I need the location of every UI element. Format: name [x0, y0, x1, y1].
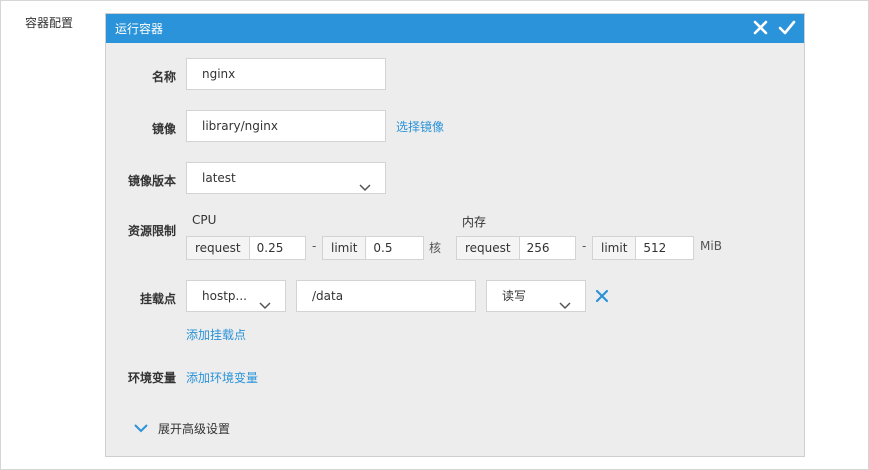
- close-icon[interactable]: [750, 17, 772, 39]
- panel-title: 运行容器: [115, 22, 164, 36]
- mounts-label: 挂载点: [139, 292, 176, 306]
- cpu-dash: -: [312, 239, 317, 253]
- panel-header: 运行容器: [106, 14, 804, 43]
- image-version-select[interactable]: latest: [186, 162, 386, 194]
- chevron-down-icon: [134, 422, 148, 436]
- cpu-limit-field[interactable]: limit 0.5: [322, 236, 424, 260]
- cpu-limit-key: limit: [323, 237, 367, 259]
- chevron-down-icon: [359, 173, 371, 193]
- mount-mode-select[interactable]: 读写: [486, 280, 586, 312]
- memory-limit-value[interactable]: 512: [636, 237, 693, 259]
- cpu-limit-value[interactable]: 0.5: [366, 237, 423, 259]
- select-image-link[interactable]: 选择镜像: [396, 118, 444, 135]
- remove-mount-icon[interactable]: [595, 289, 609, 306]
- mount-mode-value: 读写: [502, 289, 527, 303]
- memory-caption: 内存: [462, 215, 487, 229]
- run-container-panel: 运行容器 名称 nginx 镜像 library/nginx 选择镜像 镜像版本…: [105, 13, 805, 457]
- memory-request-key: request: [457, 237, 520, 259]
- add-mount-link[interactable]: 添加挂载点: [186, 326, 246, 343]
- cpu-unit: 核: [429, 241, 442, 255]
- memory-dash: -: [582, 239, 587, 253]
- chevron-down-icon: [559, 291, 571, 311]
- cpu-request-value[interactable]: 0.25: [249, 237, 305, 259]
- name-label: 名称: [151, 70, 176, 84]
- mount-type-value: hostp...: [202, 289, 247, 303]
- memory-request-value[interactable]: 256: [519, 237, 575, 259]
- memory-limit-field[interactable]: limit 512: [592, 236, 694, 260]
- section-label: 容器配置: [25, 16, 74, 30]
- memory-unit: MiB: [700, 239, 722, 253]
- image-input[interactable]: library/nginx: [186, 110, 386, 142]
- expand-advanced-toggle[interactable]: 展开高级设置: [134, 420, 230, 437]
- env-vars-label: 环境变量: [127, 371, 176, 385]
- cpu-caption: CPU: [192, 213, 217, 227]
- expand-advanced-label: 展开高级设置: [158, 422, 231, 436]
- cpu-request-field[interactable]: request 0.25: [186, 236, 306, 260]
- memory-limit-key: limit: [593, 237, 637, 259]
- chevron-down-icon: [259, 291, 271, 311]
- image-version-label: 镜像版本: [127, 174, 176, 188]
- image-version-value: latest: [202, 171, 236, 185]
- memory-request-field[interactable]: request 256: [456, 236, 576, 260]
- image-label: 镜像: [151, 122, 176, 136]
- resource-limit-label: 资源限制: [127, 224, 176, 238]
- check-icon[interactable]: [776, 17, 798, 39]
- name-input[interactable]: nginx: [186, 58, 386, 90]
- cpu-request-key: request: [187, 237, 250, 259]
- mount-type-select[interactable]: hostp...: [186, 280, 286, 312]
- add-env-var-link[interactable]: 添加环境变量: [186, 369, 258, 386]
- mount-path-input[interactable]: /data: [296, 280, 476, 312]
